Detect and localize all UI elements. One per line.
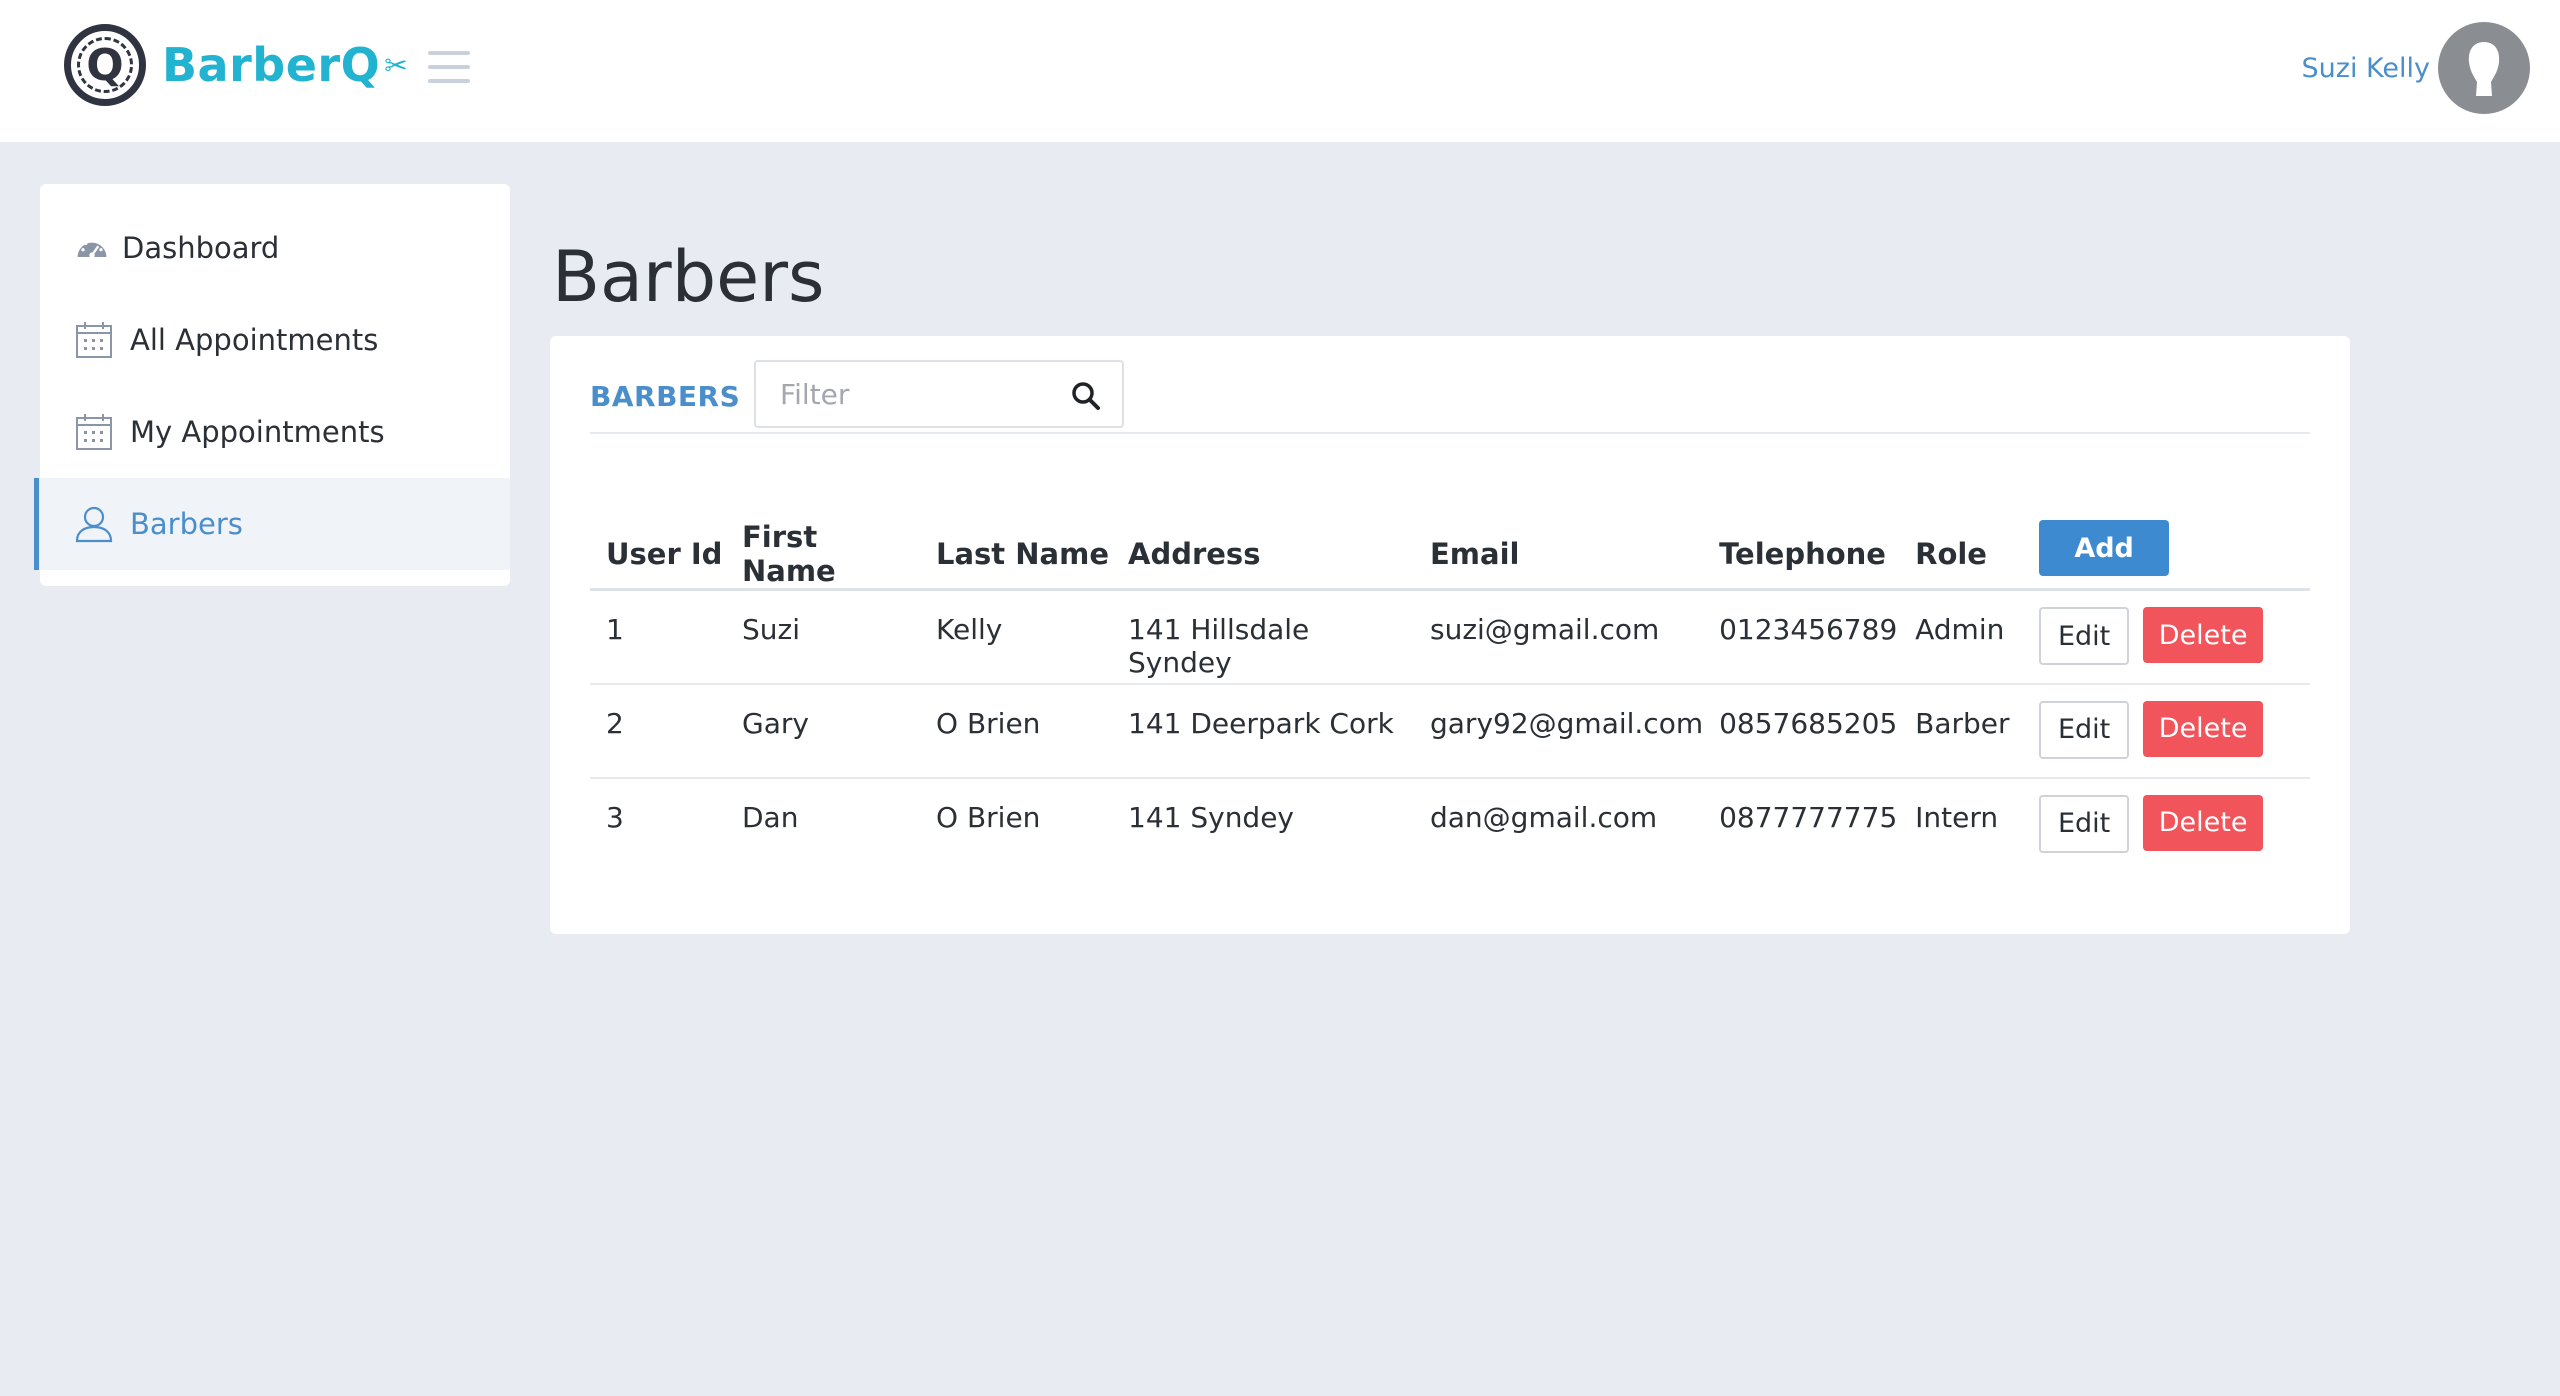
delete-button[interactable]: Delete (2143, 607, 2264, 663)
scissors-icon: ✂ (384, 48, 408, 82)
cell-first-name: Dan (742, 800, 799, 834)
column-header-user-id: User Id (590, 502, 726, 591)
user-silhouette-icon (2468, 42, 2500, 96)
table-row: 1 Suzi Kelly 141 Hillsdale Syndey suzi@g… (590, 589, 2310, 685)
filter-input[interactable] (756, 377, 1046, 411)
column-header-actions: Add (2023, 502, 2310, 591)
column-header-address: Address (1112, 502, 1414, 591)
column-header-last-name: Last Name (920, 502, 1112, 591)
table-row: 3 Dan O Brien 141 Syndey dan@gmail.com 0… (590, 778, 2310, 872)
cell-email: suzi@gmail.com (1414, 589, 1704, 685)
cell-actions: Edit Delete (2023, 683, 2310, 779)
delete-button[interactable]: Delete (2143, 700, 2264, 757)
cell-role: Intern (1915, 800, 1999, 834)
cell-telephone: 0123456789 (1703, 589, 1900, 685)
sidebar-item-dashboard[interactable]: Dashboard (40, 202, 510, 294)
barbers-card: BARBERS User Id First Name Last Name Add… (550, 336, 2350, 934)
add-button[interactable]: Add (2039, 520, 2170, 576)
cell-user-id: 1 (590, 589, 726, 685)
cell-actions: Edit Delete (2023, 778, 2310, 872)
cell-address: 141 Syndey (1128, 800, 1295, 834)
sidebar-item-label: All Appointments (130, 323, 379, 357)
brand-logo[interactable]: Q BarberQ ✂ (64, 22, 408, 108)
cell-actions: Edit Delete (2023, 589, 2310, 685)
sidebar-item-all-appointments[interactable]: All Appointments (40, 294, 510, 386)
edit-button[interactable]: Edit (2039, 607, 2130, 665)
user-name[interactable]: Suzi Kelly (2302, 53, 2430, 84)
cell-first-name: Gary (726, 683, 920, 779)
column-header-role: Role (1899, 502, 2024, 591)
barber-logo-icon: Q (64, 24, 146, 106)
cell-role: Barber (1899, 683, 2024, 779)
sidebar-item-my-appointments[interactable]: My Appointments (40, 386, 510, 478)
sidebar-item-label: My Appointments (130, 415, 385, 449)
cell-telephone: 0857685205 (1703, 683, 1900, 779)
cell-address: 141 Deerpark Cork (1112, 683, 1414, 779)
barbers-table: User Id First Name Last Name Address Ema… (590, 502, 2310, 872)
column-header-first-name: First Name (726, 502, 920, 591)
cell-telephone: 0877777775 (1719, 800, 1898, 834)
cell-last-name: O Brien (936, 800, 1041, 834)
edit-button[interactable]: Edit (2039, 700, 2130, 759)
menu-toggle-icon[interactable] (428, 51, 470, 83)
column-header-email: Email (1414, 502, 1704, 591)
table-row: 2 Gary O Brien 141 Deerpark Cork gary92@… (590, 683, 2310, 779)
avatar[interactable] (2438, 22, 2530, 114)
table-header-row: User Id First Name Last Name Address Ema… (590, 502, 2310, 591)
cell-first-name: Suzi (726, 589, 920, 685)
cell-user-id: 2 (590, 683, 726, 779)
sidebar-item-barbers[interactable]: Barbers (34, 478, 510, 570)
cell-email: gary92@gmail.com (1414, 683, 1704, 779)
top-header: Q BarberQ ✂ Suzi Kelly (0, 0, 2560, 142)
user-menu[interactable]: Suzi Kelly (2302, 22, 2530, 114)
column-header-telephone: Telephone (1703, 502, 1900, 591)
cell-address: 141 Hillsdale Syndey (1112, 589, 1414, 685)
sidebar: Dashboard All Appointments My Appointmen… (34, 184, 510, 586)
cell-last-name: O Brien (920, 683, 1112, 779)
delete-button[interactable]: Delete (2143, 794, 2264, 851)
calendar-icon (76, 414, 112, 450)
card-label: BARBERS (590, 380, 741, 413)
page-title: Barbers (552, 236, 825, 318)
calendar-icon (76, 322, 112, 358)
cell-email: dan@gmail.com (1430, 800, 1658, 834)
cell-last-name: Kelly (920, 589, 1112, 685)
cell-user-id: 3 (606, 800, 624, 834)
cell-role: Admin (1899, 589, 2024, 685)
user-icon (75, 506, 113, 543)
sidebar-item-label: Barbers (130, 507, 243, 541)
brand-name: BarberQ (162, 38, 381, 92)
card-header: BARBERS (590, 360, 2310, 434)
sidebar-item-label: Dashboard (122, 231, 280, 265)
filter-field[interactable] (754, 360, 1124, 428)
edit-button[interactable]: Edit (2039, 794, 2130, 853)
dashboard-gauge-icon (77, 239, 107, 258)
search-icon[interactable] (1070, 380, 1102, 412)
